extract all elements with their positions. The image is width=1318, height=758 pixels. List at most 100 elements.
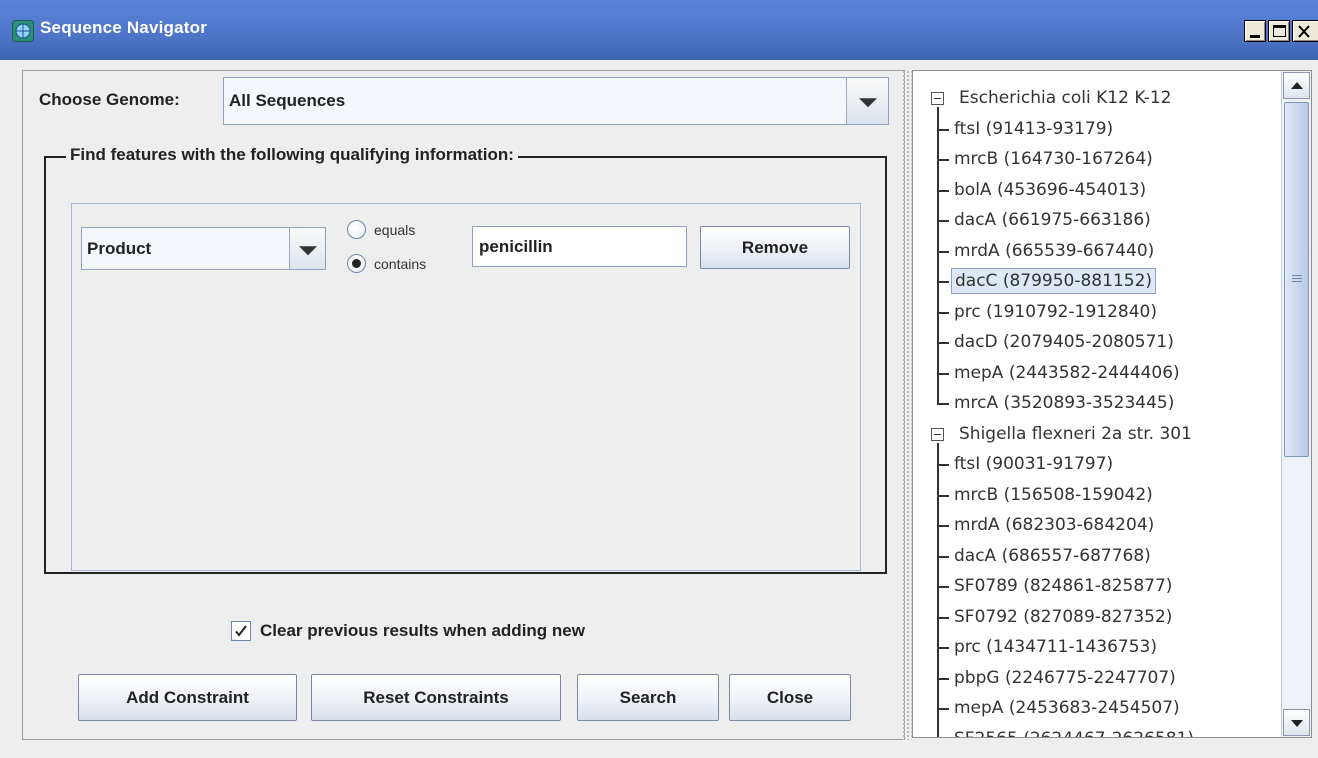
- tree-feature-label: mrcB (164730-167264): [954, 149, 1153, 169]
- tree-connector-line: [937, 159, 949, 161]
- tree-feature-label: prc (1434711-1436753): [954, 637, 1157, 657]
- tree-feature-label: mrcB (156508-159042): [954, 484, 1153, 505]
- chevron-down-icon[interactable]: [846, 78, 888, 124]
- tree-feature-label: dacD (2079405-2080571): [954, 332, 1174, 352]
- tree-feature-label: mrcA (3520893-3523445): [954, 393, 1175, 413]
- genome-label: Choose Genome:: [39, 90, 180, 109]
- field-dropdown-value: Product: [87, 239, 152, 258]
- tree-feature-node[interactable]: mrdA (682303-684204): [951, 512, 1157, 542]
- tree-feature-label: dacA (661975-663186): [954, 210, 1151, 230]
- tree-feature-node[interactable]: ftsI (91413-93179): [951, 116, 1116, 146]
- search-button[interactable]: Search: [577, 674, 719, 721]
- clear-results-option[interactable]: Clear previous results when adding new: [231, 621, 585, 641]
- tree-connector-line: [937, 616, 949, 619]
- tree-feature-node[interactable]: mepA (2443582-2444406): [951, 360, 1183, 390]
- tree-feature-node[interactable]: dacD (2079405-2080571): [951, 329, 1177, 359]
- constraint-value-input[interactable]: [472, 226, 687, 267]
- tree-collapse-icon[interactable]: [931, 92, 944, 105]
- tree-connector-line: [937, 647, 949, 649]
- genome-dropdown-value: All Sequences: [229, 91, 346, 110]
- constraint-list: Product equals contains Remove: [71, 203, 861, 571]
- tree-feature-node[interactable]: prc (1910792-1912840): [951, 299, 1160, 329]
- tree-feature-node[interactable]: mrcA (3520893-3523445): [951, 390, 1177, 420]
- constraint-group-title: Find features with the following qualify…: [66, 145, 518, 165]
- tree-feature-node[interactable]: mrcB (156508-159042): [951, 482, 1156, 512]
- clear-results-label: Clear previous results when adding new: [260, 621, 585, 640]
- add-constraint-button[interactable]: Add Constraint: [78, 674, 297, 721]
- close-button[interactable]: Close: [729, 674, 851, 721]
- sequence-navigator-window: Sequence Navigator Choose Genome: All Se…: [0, 0, 1318, 758]
- tree-connector-line: [937, 250, 949, 253]
- tree-feature-label: dacA (686557-687768): [954, 545, 1151, 566]
- results-tree[interactable]: Escherichia coli K12 K-12 ftsI (91413-931…: [913, 71, 1283, 737]
- checkmark-icon: [235, 625, 247, 637]
- scroll-up-arrow-icon[interactable]: [1283, 72, 1310, 99]
- tree-connector-line: [937, 372, 949, 375]
- tree-group-label: Escherichia coli K12 K-12: [959, 88, 1172, 108]
- tree-feature-node[interactable]: ftsI (90031-91797): [951, 451, 1116, 481]
- tree-feature-node[interactable]: SF0789 (824861-825877): [951, 573, 1175, 603]
- tree-scrollbar[interactable]: [1281, 71, 1311, 737]
- radio-contains-label: contains: [374, 255, 427, 272]
- tree-feature-node[interactable]: pbpG (2246775-2247707): [951, 665, 1179, 695]
- tree-connector-line: [937, 342, 949, 344]
- tree-feature-label: dacC (879950-881152): [951, 268, 1157, 294]
- tree-collapse-icon[interactable]: [931, 427, 944, 441]
- tree-group-node[interactable]: Escherichia coli K12 K-12: [956, 85, 1174, 115]
- radio-contains[interactable]: [347, 254, 366, 273]
- tree-feature-label: SF2565 (2624467-2626581): [951, 726, 1197, 738]
- tree-connector-line: [937, 677, 949, 680]
- tree-feature-label: mepA (2453683-2454507): [954, 698, 1180, 718]
- split-pane-divider[interactable]: [902, 70, 912, 740]
- radio-equals-label: equals: [374, 221, 416, 238]
- tree-feature-label: pbpG (2246775-2247707): [954, 667, 1176, 688]
- radio-equals[interactable]: [347, 220, 366, 239]
- match-contains-option[interactable]: contains: [347, 254, 426, 273]
- tree-connector-line: [937, 708, 949, 710]
- tree-feature-label: prc (1910792-1912840): [954, 301, 1157, 322]
- tree-feature-node[interactable]: mrdA (665539-667440): [951, 238, 1157, 268]
- tree-feature-label: mepA (2443582-2444406): [954, 362, 1180, 383]
- field-dropdown[interactable]: Product: [81, 227, 326, 270]
- search-panel: Choose Genome: All Sequences Find featur…: [22, 70, 905, 740]
- tree-connector-line: [937, 128, 949, 131]
- tree-feature-node[interactable]: SF2565 (2624467-2626581): [951, 726, 1197, 738]
- tree-feature-label: ftsI (91413-93179): [954, 118, 1114, 139]
- reset-constraints-button[interactable]: Reset Constraints: [311, 674, 561, 721]
- tree-feature-label: mrdA (665539-667440): [954, 240, 1155, 261]
- tree-feature-label: ftsI (90031-91797): [954, 454, 1114, 474]
- window-title: Sequence Navigator: [40, 18, 208, 37]
- window-close-button[interactable]: [1292, 20, 1318, 42]
- constraint-group: Find features with the following qualify…: [44, 145, 887, 574]
- genome-dropdown[interactable]: All Sequences: [223, 77, 889, 125]
- tree-feature-node[interactable]: SF0792 (827089-827352): [951, 604, 1175, 634]
- scroll-down-arrow-icon[interactable]: [1283, 709, 1310, 736]
- tree-feature-node[interactable]: mrcB (164730-167264): [951, 146, 1156, 176]
- tree-feature-label: SF0792 (827089-827352): [954, 606, 1173, 627]
- maximize-button[interactable]: [1268, 20, 1290, 42]
- tree-connector-line: [937, 494, 949, 497]
- clear-results-checkbox[interactable]: [231, 621, 251, 641]
- tree-feature-label: bolA (453696-454013): [954, 179, 1147, 200]
- tree-feature-node[interactable]: bolA (453696-454013): [951, 177, 1149, 207]
- tree-group-node[interactable]: Shigella flexneri 2a str. 301: [956, 421, 1195, 451]
- tree-connector-line: [937, 220, 949, 222]
- tree-connector-line: [937, 586, 949, 588]
- title-bar[interactable]: Sequence Navigator: [0, 0, 1318, 60]
- tree-connector-line: [937, 311, 949, 314]
- chevron-down-icon[interactable]: [289, 228, 325, 269]
- remove-constraint-button[interactable]: Remove: [700, 226, 850, 269]
- tree-feature-label: mrdA (682303-684204): [954, 515, 1155, 535]
- scroll-thumb[interactable]: [1284, 102, 1309, 457]
- tree-feature-node[interactable]: mepA (2453683-2454507): [951, 695, 1183, 725]
- tree-group-label: Shigella flexneri 2a str. 301: [959, 423, 1192, 444]
- tree-feature-node[interactable]: prc (1434711-1436753): [951, 634, 1160, 664]
- app-globe-icon: [12, 20, 34, 42]
- results-tree-panel: Escherichia coli K12 K-12 ftsI (91413-931…: [912, 70, 1312, 738]
- tree-feature-node[interactable]: dacA (661975-663186): [951, 207, 1154, 237]
- tree-feature-node[interactable]: dacA (686557-687768): [951, 543, 1154, 573]
- tree-feature-node[interactable]: dacC (879950-881152): [951, 268, 1157, 298]
- tree-connector-line: [937, 464, 949, 466]
- match-equals-option[interactable]: equals: [347, 220, 415, 239]
- minimize-button[interactable]: [1244, 20, 1266, 42]
